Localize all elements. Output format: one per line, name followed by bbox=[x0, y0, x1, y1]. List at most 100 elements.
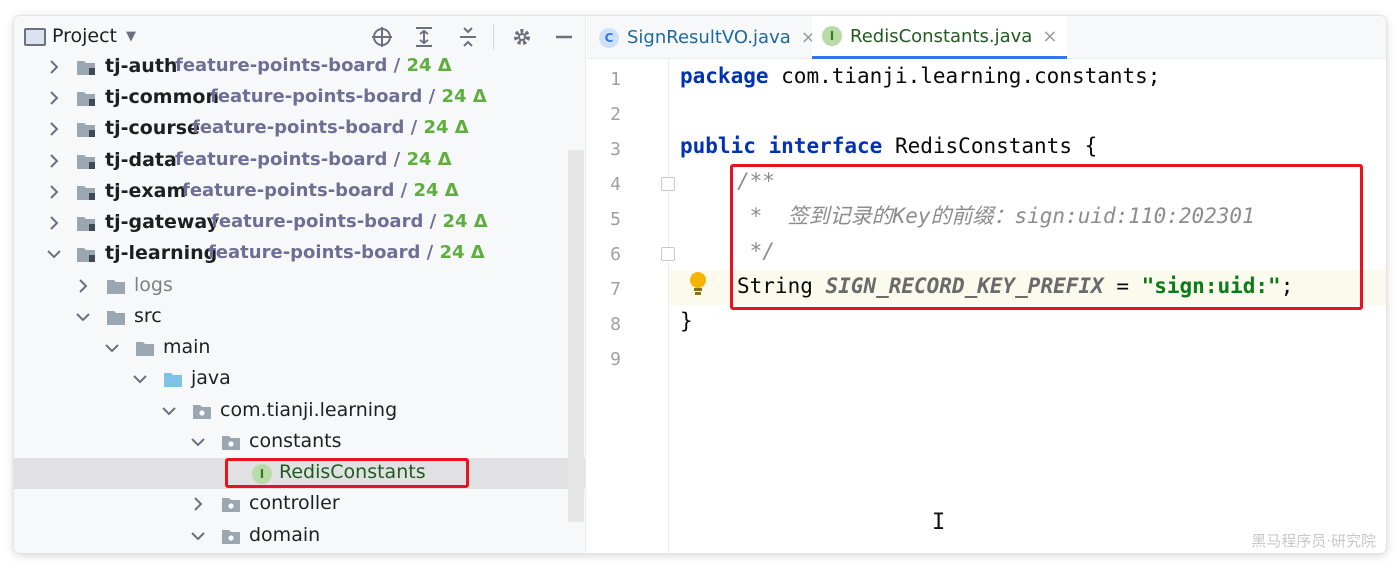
vcs-branch-label: feature-points-board / 24 Δ bbox=[208, 242, 485, 263]
chevron-right-icon[interactable] bbox=[46, 90, 62, 106]
chevron-right-icon[interactable] bbox=[190, 496, 206, 512]
minimize-icon[interactable] bbox=[550, 24, 578, 50]
locate-file-icon[interactable] bbox=[368, 24, 396, 50]
interface-icon: I bbox=[252, 464, 272, 484]
collapse-all-icon[interactable] bbox=[454, 24, 482, 50]
gear-icon[interactable] bbox=[508, 24, 536, 50]
chevron-down-icon[interactable] bbox=[75, 309, 91, 325]
project-panel: Project ▼ tj-auth feature-points-board /… bbox=[14, 16, 586, 553]
chevron-down-icon[interactable] bbox=[132, 371, 148, 387]
chevron-down-icon[interactable] bbox=[46, 246, 62, 262]
project-view-icon bbox=[24, 28, 46, 46]
tree-item-tj-data[interactable]: tj-data feature-points-board / 24 Δ bbox=[14, 146, 585, 177]
package-icon bbox=[193, 405, 211, 419]
line-number: 9 bbox=[610, 349, 621, 370]
tree-item-java[interactable]: java bbox=[14, 364, 585, 395]
chevron-down-icon[interactable]: ▼ bbox=[126, 29, 136, 44]
folder-icon bbox=[107, 311, 125, 325]
toolbar-divider bbox=[493, 24, 494, 50]
tree-item-label: RedisConstants bbox=[279, 461, 426, 483]
tree-scrollbar[interactable] bbox=[568, 150, 584, 522]
tree-item-tj-common[interactable]: tj-common feature-points-board / 24 Δ bbox=[14, 83, 585, 114]
chevron-right-icon[interactable] bbox=[46, 121, 62, 137]
code-line-8: } bbox=[680, 309, 693, 333]
tree-item-src[interactable]: src bbox=[14, 302, 585, 333]
tree-item-tj-course[interactable]: tj-course feature-points-board / 24 Δ bbox=[14, 114, 585, 145]
tree-item-label: constants bbox=[249, 430, 342, 452]
tree-item-label: tj-data bbox=[105, 149, 177, 171]
module-folder-icon bbox=[77, 248, 95, 262]
keyword: package bbox=[680, 64, 769, 88]
mouse-text-cursor: I bbox=[932, 510, 946, 535]
line-number-gutter: 1 2 3 4 5 6 7 8 9 bbox=[587, 59, 675, 553]
chevron-right-icon[interactable] bbox=[46, 215, 62, 231]
watermark: 黑马程序员·研究院 bbox=[1251, 532, 1376, 550]
tab-label: SignResultVO.java bbox=[627, 27, 791, 48]
fold-marker-icon[interactable] bbox=[661, 177, 675, 191]
vcs-branch-label: feature-points-board / 24 Δ bbox=[211, 211, 488, 232]
tab-signresultvo[interactable]: C SignResultVO.java × bbox=[589, 16, 826, 59]
tree-item-label: com.tianji.learning bbox=[220, 399, 398, 421]
module-folder-icon bbox=[77, 217, 95, 231]
editor-tab-bar: C SignResultVO.java × I RedisConstants.j… bbox=[587, 16, 1386, 59]
line-number: 6 bbox=[610, 244, 621, 265]
tree-item-label: src bbox=[134, 305, 162, 327]
package-icon bbox=[222, 498, 240, 512]
tree-item-label: logs bbox=[134, 274, 173, 296]
line-number: 2 bbox=[610, 104, 621, 125]
tree-item-label: main bbox=[163, 336, 211, 358]
tree-item-label: java bbox=[191, 367, 231, 389]
line-number: 7 bbox=[610, 279, 621, 300]
vcs-branch-label: feature-points-board / 24 Δ bbox=[175, 55, 452, 76]
code-line-1: package com.tianji.learning.constants; bbox=[680, 59, 1160, 94]
tree-item-logs[interactable]: logs bbox=[14, 271, 585, 302]
vcs-branch-label: feature-points-board / 24 Δ bbox=[192, 117, 469, 138]
tree-item-label: tj-exam bbox=[105, 180, 187, 202]
line-number: 8 bbox=[610, 314, 621, 335]
tree-item-tj-learning[interactable]: tj-learning feature-points-board / 24 Δ bbox=[14, 239, 585, 270]
line-number: 1 bbox=[610, 69, 621, 90]
tree-item-main[interactable]: main bbox=[14, 333, 585, 364]
expand-all-icon[interactable] bbox=[410, 24, 438, 50]
keyword: public bbox=[680, 134, 756, 158]
project-panel-title[interactable]: Project bbox=[52, 25, 117, 47]
code-text: String bbox=[737, 274, 826, 298]
line-number: 4 bbox=[610, 174, 621, 195]
package-icon bbox=[222, 436, 240, 450]
tree-item-tj-gateway[interactable]: tj-gateway feature-points-board / 24 Δ bbox=[14, 208, 585, 239]
code-line-6: */ bbox=[737, 239, 775, 263]
tree-item-package-root[interactable]: com.tianji.learning bbox=[14, 396, 585, 427]
folder-icon bbox=[107, 280, 125, 294]
chevron-down-icon[interactable] bbox=[104, 340, 120, 356]
tab-redisconstants[interactable]: I RedisConstants.java × bbox=[812, 16, 1068, 59]
line-number: 3 bbox=[610, 139, 621, 160]
tree-item-controller[interactable]: controller bbox=[14, 489, 585, 520]
module-folder-icon bbox=[77, 123, 95, 137]
tree-item-redisconstants[interactable]: I RedisConstants bbox=[14, 458, 585, 489]
package-icon bbox=[222, 530, 240, 544]
module-folder-icon bbox=[77, 61, 95, 75]
chevron-right-icon[interactable] bbox=[75, 278, 91, 294]
lightbulb-icon[interactable] bbox=[688, 271, 708, 297]
tree-item-label: tj-auth bbox=[105, 55, 178, 77]
module-folder-icon bbox=[77, 155, 95, 169]
chevron-right-icon[interactable] bbox=[46, 59, 62, 75]
tree-item-tj-auth[interactable]: tj-auth feature-points-board / 24 Δ bbox=[14, 52, 585, 83]
line-number: 5 bbox=[610, 209, 621, 230]
tree-item-tj-exam[interactable]: tj-exam feature-points-board / 24 Δ bbox=[14, 177, 585, 208]
chevron-down-icon[interactable] bbox=[190, 434, 206, 450]
tree-item-domain[interactable]: domain bbox=[14, 521, 585, 552]
module-folder-icon bbox=[77, 92, 95, 106]
chevron-down-icon[interactable] bbox=[161, 403, 177, 419]
close-icon[interactable]: × bbox=[1042, 26, 1057, 47]
tree-item-constants[interactable]: constants bbox=[14, 427, 585, 458]
vcs-branch-label: feature-points-board / 24 Δ bbox=[182, 180, 459, 201]
chevron-right-icon[interactable] bbox=[46, 153, 62, 169]
code-line-4: /** bbox=[737, 169, 775, 193]
interface-icon: I bbox=[822, 26, 842, 46]
fold-marker-icon[interactable] bbox=[661, 247, 675, 261]
module-folder-icon bbox=[77, 186, 95, 200]
chevron-right-icon[interactable] bbox=[46, 184, 62, 200]
chevron-down-icon[interactable] bbox=[190, 528, 206, 544]
code-line-5: * 签到记录的Key的前缀：sign:uid:110:202301 bbox=[737, 204, 1255, 228]
